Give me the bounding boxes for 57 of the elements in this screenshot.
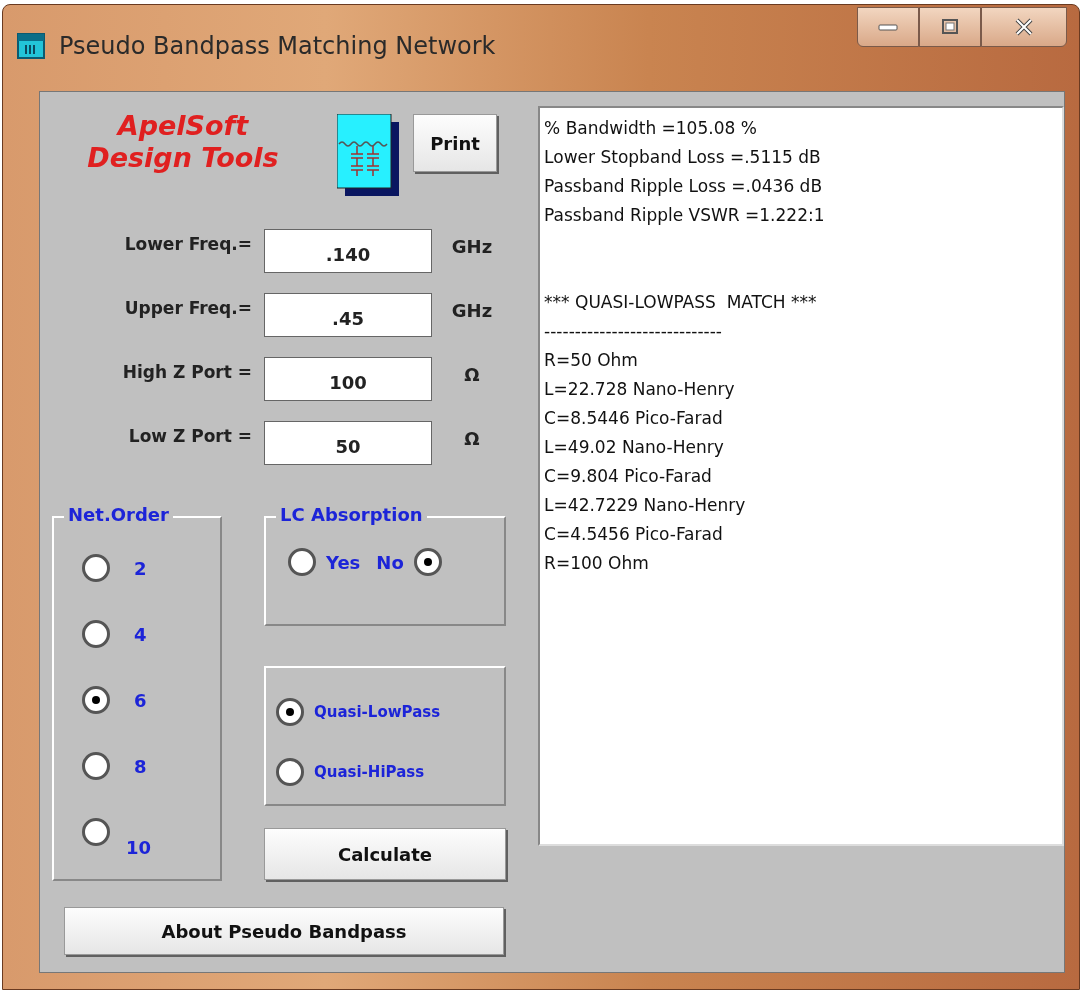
unit-label: Ω	[463, 363, 481, 385]
result-heading: *** QUASI-LOWPASS MATCH ***	[544, 291, 818, 314]
radio-button[interactable]	[288, 548, 316, 576]
result-line: Passband Ripple VSWR =1.222:1	[544, 204, 826, 227]
print-button[interactable]: Print	[413, 114, 497, 172]
result-line: % Bandwidth =105.08 %	[544, 117, 758, 140]
logo-text: ApelSoft	[117, 110, 249, 142]
radio-button[interactable]	[413, 548, 442, 576]
option-label[interactable]: 4	[134, 623, 147, 645]
circuit-logo-icon	[337, 114, 399, 196]
logo-text: Design Tools	[87, 142, 279, 174]
radio-button[interactable]	[276, 698, 304, 726]
input-field[interactable]: 100	[264, 357, 432, 401]
option-label[interactable]: Quasi-HiPass	[314, 763, 425, 781]
input-field[interactable]: 50	[264, 421, 432, 465]
field-label: Lower Freq.=	[123, 234, 253, 254]
result-line: Lower Stopband Loss =.5115 dB	[544, 146, 822, 169]
radio-button[interactable]	[276, 758, 304, 786]
radio-button[interactable]	[82, 686, 110, 714]
close-button[interactable]	[981, 7, 1067, 47]
result-line: C=8.5446 Pico-Farad	[544, 407, 724, 430]
result-line: Passband Ripple Loss =.0436 dB	[544, 175, 824, 198]
option-label[interactable]: 10	[126, 836, 152, 858]
field-label: High Z Port =	[121, 362, 253, 382]
option-label[interactable]: Yes	[326, 551, 361, 573]
radio-button[interactable]	[82, 752, 110, 780]
radio-button[interactable]	[82, 818, 110, 846]
radio-button[interactable]	[82, 620, 110, 648]
unit-label: Ω	[463, 427, 481, 449]
input-field[interactable]: .140	[264, 229, 432, 273]
field-label: Upper Freq.=	[123, 298, 253, 318]
option-label[interactable]: 8	[134, 755, 147, 777]
result-line: C=4.5456 Pico-Farad	[544, 523, 724, 546]
option-label[interactable]: Quasi-LowPass	[314, 703, 441, 721]
calculate-button[interactable]: Calculate	[264, 828, 506, 880]
about-button[interactable]: About Pseudo Bandpass	[64, 907, 504, 955]
window-title: Pseudo Bandpass Matching Network	[59, 32, 496, 60]
group-title: LC Absorption	[276, 504, 427, 525]
result-line: L=49.02 Nano-Henry	[544, 436, 725, 459]
unit-label: GHz	[450, 235, 494, 257]
result-line: R=100 Ohm	[544, 552, 650, 575]
result-line: R=50 Ohm	[544, 349, 639, 372]
option-label[interactable]: 6	[134, 689, 147, 711]
result-line: L=22.728 Nano-Henry	[544, 378, 736, 401]
result-line: C=9.804 Pico-Farad	[544, 465, 713, 488]
results-textbox[interactable]	[538, 106, 1064, 846]
option-label[interactable]: 2	[134, 557, 147, 579]
radio-button[interactable]	[82, 554, 110, 582]
input-field[interactable]: .45	[264, 293, 432, 337]
unit-label: GHz	[450, 299, 494, 321]
app-icon	[17, 33, 45, 59]
option-label[interactable]: No	[376, 551, 404, 573]
result-line: L=42.7229 Nano-Henry	[544, 494, 747, 517]
minimize-button[interactable]	[857, 7, 919, 47]
field-label: Low Z Port =	[127, 426, 253, 446]
maximize-button[interactable]	[919, 7, 981, 47]
result-divider: -----------------------------	[544, 320, 723, 343]
